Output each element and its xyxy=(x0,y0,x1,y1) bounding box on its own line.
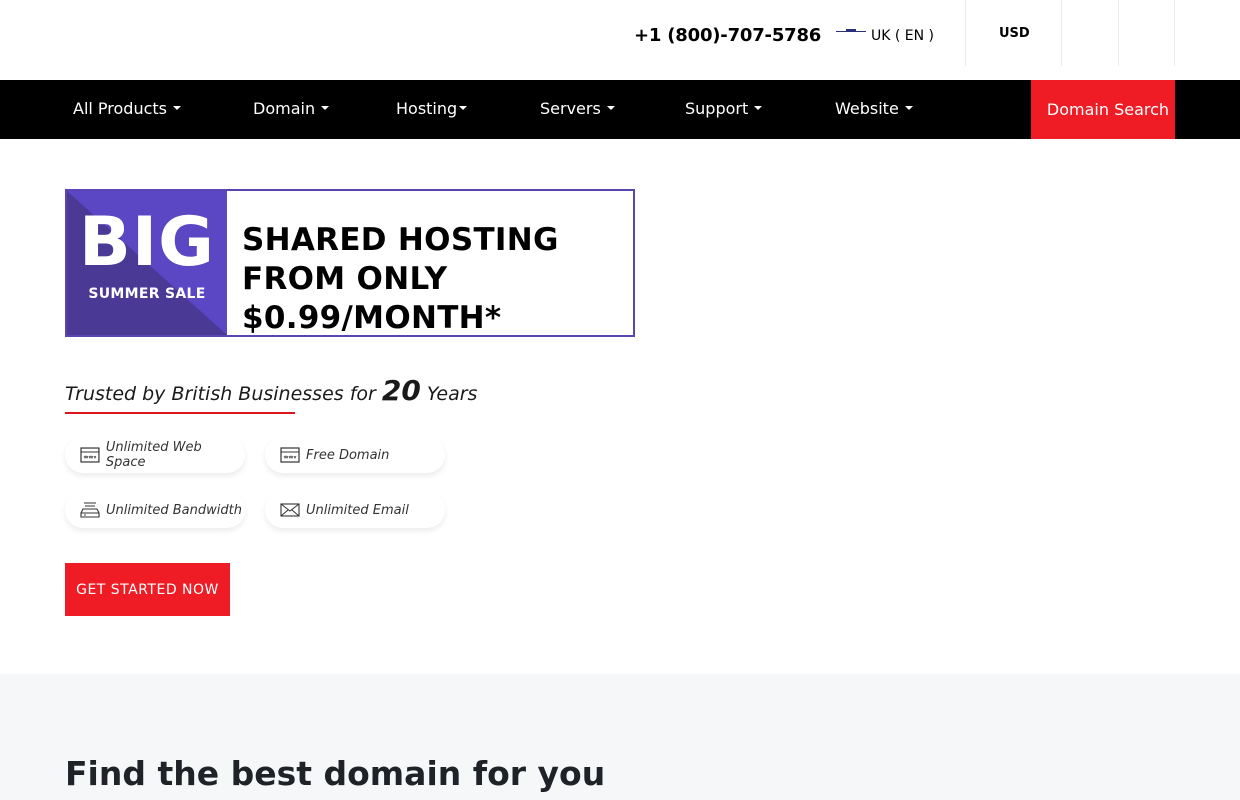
tagline-underline xyxy=(65,412,295,414)
trusted-years-number: 20 xyxy=(381,374,421,407)
language-label: UK ( EN ) xyxy=(871,28,935,44)
caret-down-icon xyxy=(459,106,468,110)
caret-down-icon xyxy=(606,106,615,110)
router-icon xyxy=(80,502,100,518)
top-bar: +1 (800)-707-5786 UK ( EN ) USD xyxy=(0,0,1240,80)
caret-down-icon xyxy=(904,106,913,110)
nav-item-all-products[interactable]: All Products xyxy=(73,99,182,118)
nav-label: All Products xyxy=(73,99,168,118)
nav-item-domain[interactable]: Domain xyxy=(253,99,330,118)
caret-down-icon xyxy=(173,106,182,110)
nav-item-support[interactable]: Support xyxy=(685,99,763,118)
divider xyxy=(1174,0,1175,66)
feature-free-domain: Free Domain xyxy=(265,437,445,473)
feature-label: Unlimited Web Space xyxy=(105,440,202,470)
trusted-prefix: Trusted by British Businesses for xyxy=(65,383,382,405)
summer-sale-banner[interactable]: BIG SUMMER SALE SHARED HOSTING FROM ONLY… xyxy=(65,189,635,337)
nav-item-hosting[interactable]: Hosting xyxy=(396,99,468,118)
banner-big-text: BIG xyxy=(79,203,215,282)
nav-item-servers[interactable]: Servers xyxy=(540,99,615,118)
banner-headline: SHARED HOSTING FROM ONLY $0.99/MONTH* xyxy=(242,222,559,336)
nav-label: Servers xyxy=(540,99,601,118)
nav-item-website[interactable]: Website xyxy=(835,99,913,118)
caret-down-icon xyxy=(321,106,330,110)
get-started-button[interactable]: GET STARTED NOW xyxy=(65,563,230,616)
feature-unlimited-web-space: Unlimited Web Space xyxy=(65,437,245,473)
nav-label: Domain xyxy=(253,99,316,118)
feature-label: Free Domain xyxy=(306,447,390,463)
nav-label: Website xyxy=(835,99,899,118)
feature-label: Unlimited Bandwidth xyxy=(106,502,242,518)
language-selector[interactable]: UK ( EN ) xyxy=(836,28,934,44)
trusted-tagline: Trusted by British Businesses for 20 Yea… xyxy=(65,374,477,407)
uk-flag-icon xyxy=(836,28,866,32)
server-icon xyxy=(80,447,100,463)
caret-down-icon xyxy=(754,106,763,110)
nav-label: Hosting xyxy=(396,99,458,118)
banner-summer-sale: SUMMER SALE xyxy=(88,286,206,302)
trusted-suffix: Years xyxy=(420,383,478,405)
feature-unlimited-bandwidth: Unlimited Bandwidth xyxy=(65,492,245,528)
domain-section-title: Find the best domain for you xyxy=(65,754,606,793)
currency-selector[interactable]: USD xyxy=(999,26,1030,41)
nav-label: Support xyxy=(685,99,749,118)
divider xyxy=(1061,0,1062,66)
feature-label: Unlimited Email xyxy=(306,502,409,518)
domain-section: Find the best domain for you xyxy=(0,674,1240,800)
banner-badge: BIG SUMMER SALE xyxy=(67,191,227,335)
divider xyxy=(965,0,966,66)
main-nav: All Products Domain Hosting Servers Supp… xyxy=(0,80,1240,139)
feature-unlimited-email: Unlimited Email xyxy=(265,492,445,528)
phone-number[interactable]: +1 (800)-707-5786 xyxy=(634,25,821,46)
envelope-icon xyxy=(280,503,300,517)
divider xyxy=(1118,0,1119,66)
domain-search-button[interactable]: Domain Search xyxy=(1031,80,1175,139)
server-icon xyxy=(280,447,300,463)
